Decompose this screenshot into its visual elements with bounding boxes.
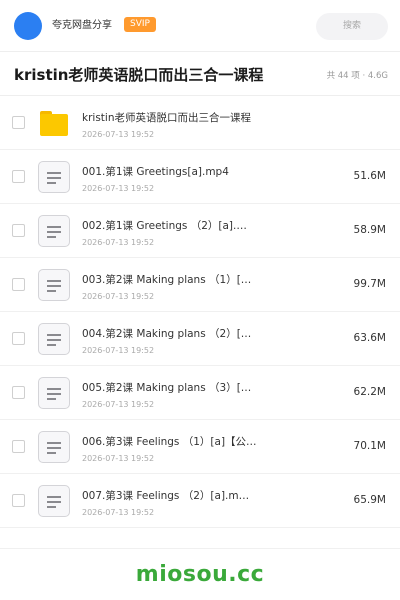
file-icon: [38, 431, 70, 463]
list-item[interactable]: kristin老师英语脱口而出三合一课程 2026-07-13 19:52: [0, 96, 400, 150]
select-checkbox[interactable]: [12, 170, 25, 183]
file-size: 62.2M: [353, 386, 386, 398]
file-icon: [38, 161, 70, 193]
file-size: 99.7M: [353, 278, 386, 290]
site-watermark: miosou.cc: [135, 562, 265, 587]
page-title: kristin老师英语脱口而出三合一课程: [14, 66, 264, 84]
file-icon: [38, 377, 70, 409]
file-icon: [38, 215, 70, 247]
file-name: 007.第3课 Feelings （2）[a].m…: [82, 490, 250, 502]
list-item[interactable]: 005.第2课 Making plans （3）[… 2026-07-13 19…: [0, 366, 400, 420]
select-checkbox[interactable]: [12, 440, 25, 453]
file-size: 63.6M: [353, 332, 386, 344]
file-icon: [38, 485, 70, 517]
brand-name: 夸克网盘分享: [52, 20, 112, 31]
file-date: 2026-07-13 19:52: [82, 130, 155, 139]
select-checkbox[interactable]: [12, 116, 25, 129]
select-checkbox[interactable]: [12, 278, 25, 291]
file-icon: [38, 323, 70, 355]
avatar[interactable]: [14, 12, 42, 40]
file-date: 2026-07-13 19:52: [82, 238, 155, 247]
select-checkbox[interactable]: [12, 332, 25, 345]
select-checkbox[interactable]: [12, 386, 25, 399]
list-item[interactable]: 003.第2课 Making plans （1）[… 2026-07-13 19…: [0, 258, 400, 312]
file-name: 004.第2课 Making plans （2）[…: [82, 328, 252, 340]
file-size: 51.6M: [353, 170, 386, 182]
file-date: 2026-07-13 19:52: [82, 184, 155, 193]
file-date: 2026-07-13 19:52: [82, 400, 155, 409]
list-item[interactable]: 007.第3课 Feelings （2）[a].m… 2026-07-13 19…: [0, 474, 400, 528]
select-checkbox[interactable]: [12, 224, 25, 237]
list-item[interactable]: 004.第2课 Making plans （2）[… 2026-07-13 19…: [0, 312, 400, 366]
file-size: 58.9M: [353, 224, 386, 236]
search-input[interactable]: 搜索: [316, 13, 388, 40]
file-name: kristin老师英语脱口而出三合一课程: [82, 112, 251, 124]
list-item[interactable]: 001.第1课 Greetings[a].mp4 2026-07-13 19:5…: [0, 150, 400, 204]
select-checkbox[interactable]: [12, 494, 25, 507]
file-name: 001.第1课 Greetings[a].mp4: [82, 166, 229, 178]
file-list: kristin老师英语脱口而出三合一课程 2026-07-13 19:52 00…: [0, 96, 400, 528]
folder-icon: [38, 107, 70, 139]
footer: miosou.cc: [0, 548, 400, 600]
list-item[interactable]: 002.第1课 Greetings （2）[a].… 2026-07-13 19…: [0, 204, 400, 258]
svip-badge: SVIP: [124, 17, 156, 32]
list-item[interactable]: 006.第3课 Feelings （1）[a]【公… 2026-07-13 19…: [0, 420, 400, 474]
file-size: 70.1M: [353, 440, 386, 452]
file-date: 2026-07-13 19:52: [82, 454, 155, 463]
app-header: 夸克网盘分享 SVIP 搜索: [0, 0, 400, 52]
share-summary: 共 44 项 · 4.6G: [326, 71, 388, 81]
share-titlebar: kristin老师英语脱口而出三合一课程 共 44 项 · 4.6G: [0, 52, 400, 96]
file-date: 2026-07-13 19:52: [82, 292, 155, 301]
file-size: 65.9M: [353, 494, 386, 506]
file-name: 003.第2课 Making plans （1）[…: [82, 274, 252, 286]
file-name: 002.第1课 Greetings （2）[a].…: [82, 220, 247, 232]
file-name: 006.第3课 Feelings （1）[a]【公…: [82, 436, 257, 448]
file-name: 005.第2课 Making plans （3）[…: [82, 382, 252, 394]
file-date: 2026-07-13 19:52: [82, 346, 155, 355]
file-icon: [38, 269, 70, 301]
file-date: 2026-07-13 19:52: [82, 508, 155, 517]
